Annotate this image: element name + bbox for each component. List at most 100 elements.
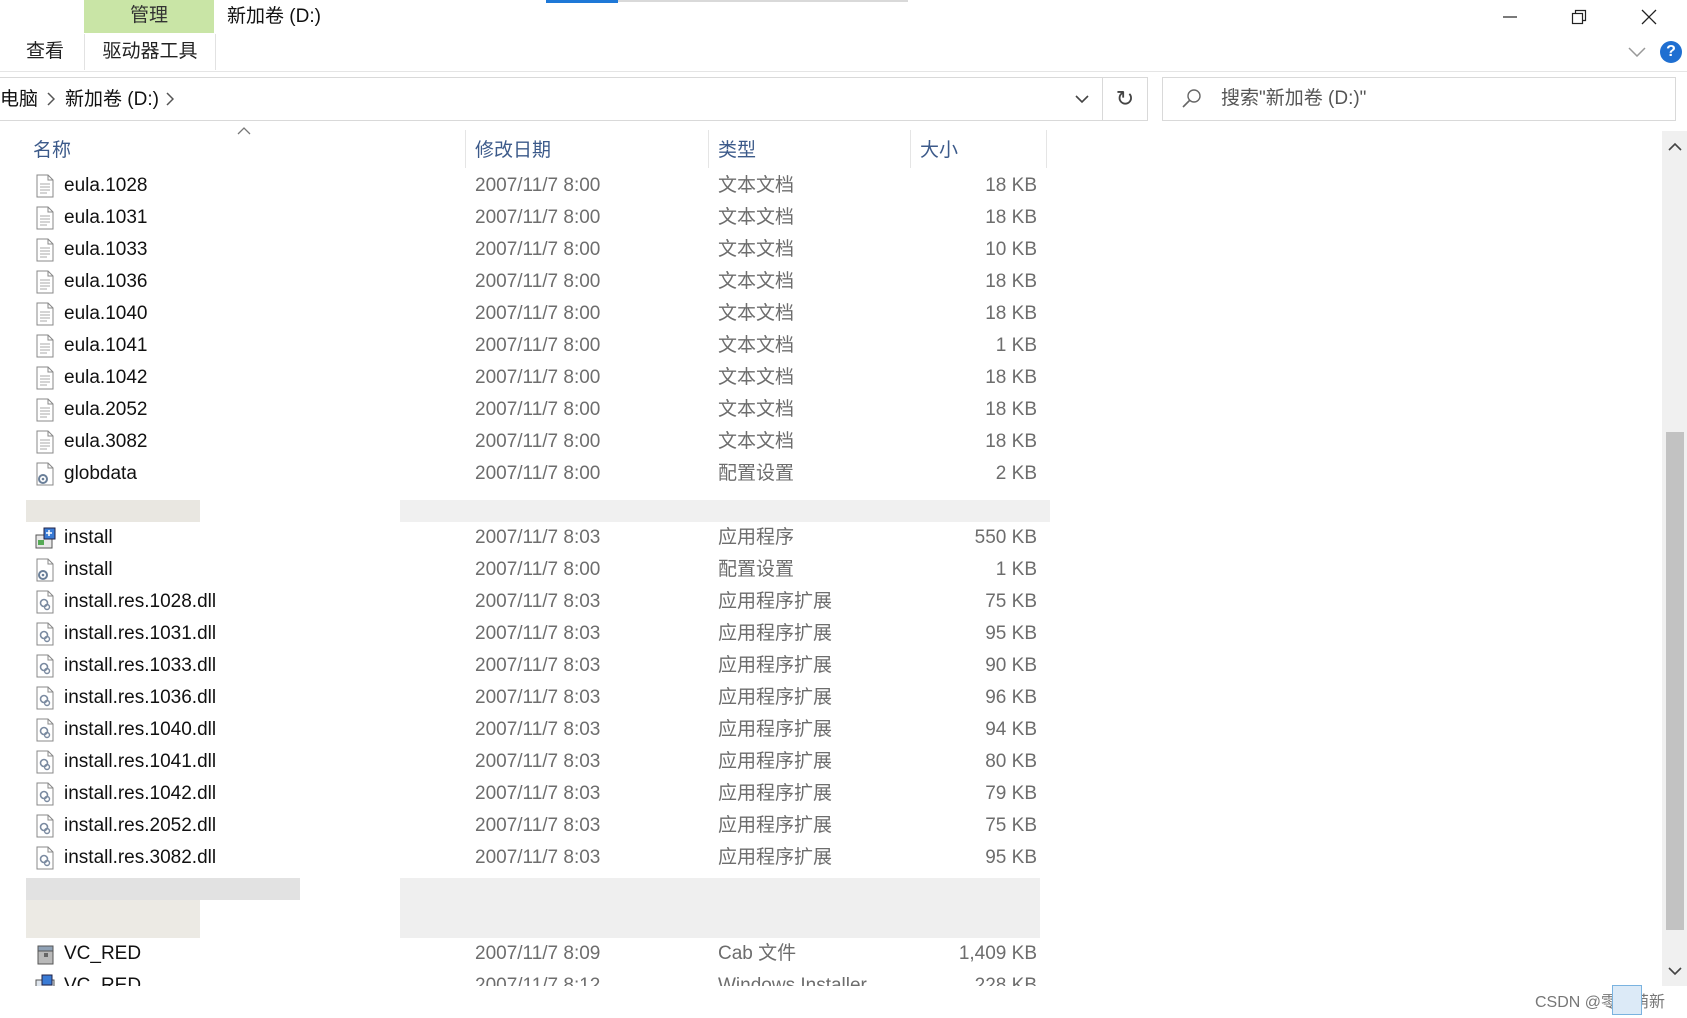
file-type: 应用程序扩展	[718, 751, 833, 772]
column-header-size[interactable]: 大小	[920, 129, 958, 169]
breadcrumb-chevron-icon[interactable]	[47, 78, 55, 120]
file-row[interactable]: install.res.1033.dll 2007/11/7 8:03 应用程序扩展…	[0, 650, 1060, 682]
file-row[interactable]: eula.1040 2007/11/7 8:00 文本文档 18 KB	[0, 298, 1060, 330]
tab-drive-tools[interactable]: 驱动器工具	[84, 34, 216, 70]
file-type: 配置设置	[718, 559, 795, 580]
breadcrumb-drive-d[interactable]: 新加卷 (D:)	[65, 78, 159, 120]
search-placeholder: 搜索"新加卷 (D:)"	[1221, 88, 1367, 109]
close-button[interactable]	[1619, 0, 1679, 33]
address-bar[interactable]: 电脑 新加卷 (D:) ↻	[0, 77, 1148, 121]
cab-file-icon	[35, 942, 55, 966]
file-row[interactable]: install 2007/11/7 8:00 配置设置 1 KB	[0, 554, 1060, 586]
file-row[interactable]: eula.3082 2007/11/7 8:00 文本文档 18 KB	[0, 426, 1060, 458]
column-divider[interactable]	[910, 130, 911, 168]
file-row[interactable]: install.res.1028.dll 2007/11/7 8:03 应用程序扩展…	[0, 586, 1060, 618]
breadcrumb-this-pc[interactable]: 电脑	[0, 78, 38, 120]
column-header-name[interactable]: 名称	[33, 129, 71, 169]
file-size: 95 KB	[985, 623, 1037, 644]
file-type: 文本文档	[718, 239, 795, 260]
file-date: 2007/11/7 8:03	[475, 527, 601, 548]
file-date: 2007/11/7 8:00	[475, 239, 601, 260]
file-row[interactable]: eula.1028 2007/11/7 8:00 文本文档 18 KB	[0, 170, 1060, 202]
ribbon-divider	[0, 71, 1687, 72]
file-date: 2007/11/7 8:00	[475, 271, 601, 292]
file-row[interactable]: install.res.2052.dll 2007/11/7 8:03 应用程序扩展…	[0, 810, 1060, 842]
minimize-button[interactable]	[1480, 0, 1540, 33]
file-row[interactable]: eula.2052 2007/11/7 8:00 文本文档 18 KB	[0, 394, 1060, 426]
redacted-region	[26, 878, 300, 900]
file-name: install.res.1036.dll	[64, 687, 217, 708]
column-divider[interactable]	[1046, 130, 1047, 168]
ribbon-expand-button[interactable]	[1626, 40, 1648, 64]
config-file-icon	[35, 558, 55, 582]
file-size: 18 KB	[985, 431, 1037, 452]
file-type: 应用程序扩展	[718, 847, 833, 868]
dll-file-icon	[35, 590, 55, 614]
redacted-region	[26, 500, 200, 522]
file-name: eula.1036	[64, 271, 148, 292]
file-row[interactable]: install.res.1036.dll 2007/11/7 8:03 应用程序扩展…	[0, 682, 1060, 714]
file-size: 228 KB	[974, 975, 1037, 986]
file-size: 80 KB	[985, 751, 1037, 772]
file-row[interactable]: install.res.1042.dll 2007/11/7 8:03 应用程序扩展…	[0, 778, 1060, 810]
file-date: 2007/11/7 8:00	[475, 335, 601, 356]
file-name: globdata	[64, 463, 137, 484]
file-date: 2007/11/7 8:03	[475, 847, 601, 868]
file-date: 2007/11/7 8:00	[475, 463, 601, 484]
file-type: 文本文档	[718, 271, 795, 292]
scroll-up-button[interactable]	[1664, 135, 1686, 157]
file-row[interactable]: eula.1031 2007/11/7 8:00 文本文档 18 KB	[0, 202, 1060, 234]
file-row[interactable]: install.res.3082.dll 2007/11/7 8:03 应用程序扩展…	[0, 842, 1060, 874]
dll-file-icon	[35, 846, 55, 870]
breadcrumb-chevron-icon[interactable]	[166, 78, 174, 120]
file-row[interactable]: install.res.1031.dll 2007/11/7 8:03 应用程序扩展…	[0, 618, 1060, 650]
redacted-region	[400, 500, 1050, 522]
help-icon[interactable]: ?	[1660, 41, 1682, 63]
file-row[interactable]: install 2007/11/7 8:03 应用程序 550 KB	[0, 522, 1060, 554]
details-view-button[interactable]	[1612, 985, 1642, 1015]
file-row[interactable]: install.res.1041.dll 2007/11/7 8:03 应用程序扩展…	[0, 746, 1060, 778]
text-file-icon	[35, 270, 55, 294]
file-row[interactable]: globdata 2007/11/7 8:00 配置设置 2 KB	[0, 458, 1060, 490]
file-date: 2007/11/7 8:03	[475, 751, 601, 772]
file-row[interactable]: eula.1033 2007/11/7 8:00 文本文档 10 KB	[0, 234, 1060, 266]
file-row[interactable]: eula.1036 2007/11/7 8:00 文本文档 18 KB	[0, 266, 1060, 298]
dll-file-icon	[35, 782, 55, 806]
text-file-icon	[35, 238, 55, 262]
redacted-region	[26, 900, 200, 938]
file-size: 95 KB	[985, 847, 1037, 868]
file-size: 18 KB	[985, 175, 1037, 196]
file-type: 文本文档	[718, 175, 795, 196]
file-date: 2007/11/7 8:00	[475, 207, 601, 228]
restore-button[interactable]	[1549, 0, 1609, 33]
chevron-down-icon	[1668, 966, 1682, 975]
search-input[interactable]: 搜索"新加卷 (D:)"	[1162, 77, 1676, 121]
address-history-dropdown[interactable]	[1062, 78, 1102, 120]
text-file-icon	[35, 174, 55, 198]
search-icon	[1182, 89, 1201, 108]
refresh-button[interactable]: ↻	[1103, 78, 1147, 120]
config-file-icon	[35, 462, 55, 486]
scroll-down-button[interactable]	[1664, 960, 1686, 982]
column-header-type[interactable]: 类型	[718, 129, 756, 169]
manage-context-tab[interactable]: 管理	[84, 0, 214, 33]
file-date: 2007/11/7 8:03	[475, 655, 601, 676]
sort-ascending-icon	[237, 127, 251, 135]
file-date: 2007/11/7 8:00	[475, 431, 601, 452]
file-row[interactable]: eula.1041 2007/11/7 8:00 文本文档 1 KB	[0, 330, 1060, 362]
file-name: eula.1040	[64, 303, 148, 324]
file-date: 2007/11/7 8:00	[475, 399, 601, 420]
column-divider[interactable]	[465, 130, 466, 168]
text-file-icon	[35, 334, 55, 358]
column-header-date[interactable]: 修改日期	[475, 129, 551, 169]
file-row[interactable]: eula.1042 2007/11/7 8:00 文本文档 18 KB	[0, 362, 1060, 394]
file-row[interactable]: VC_RED 2007/11/7 8:12 Windows Installer ..…	[0, 970, 1060, 986]
scrollbar-thumb[interactable]	[1666, 432, 1684, 930]
tab-view[interactable]: 查看	[26, 34, 64, 70]
column-divider[interactable]	[708, 130, 709, 168]
file-row[interactable]: VC_RED 2007/11/7 8:09 Cab 文件 1,409 KB	[0, 938, 1060, 970]
file-date: 2007/11/7 8:03	[475, 591, 601, 612]
file-type: 应用程序扩展	[718, 655, 833, 676]
dll-file-icon	[35, 654, 55, 678]
file-row[interactable]: install.res.1040.dll 2007/11/7 8:03 应用程序扩展…	[0, 714, 1060, 746]
